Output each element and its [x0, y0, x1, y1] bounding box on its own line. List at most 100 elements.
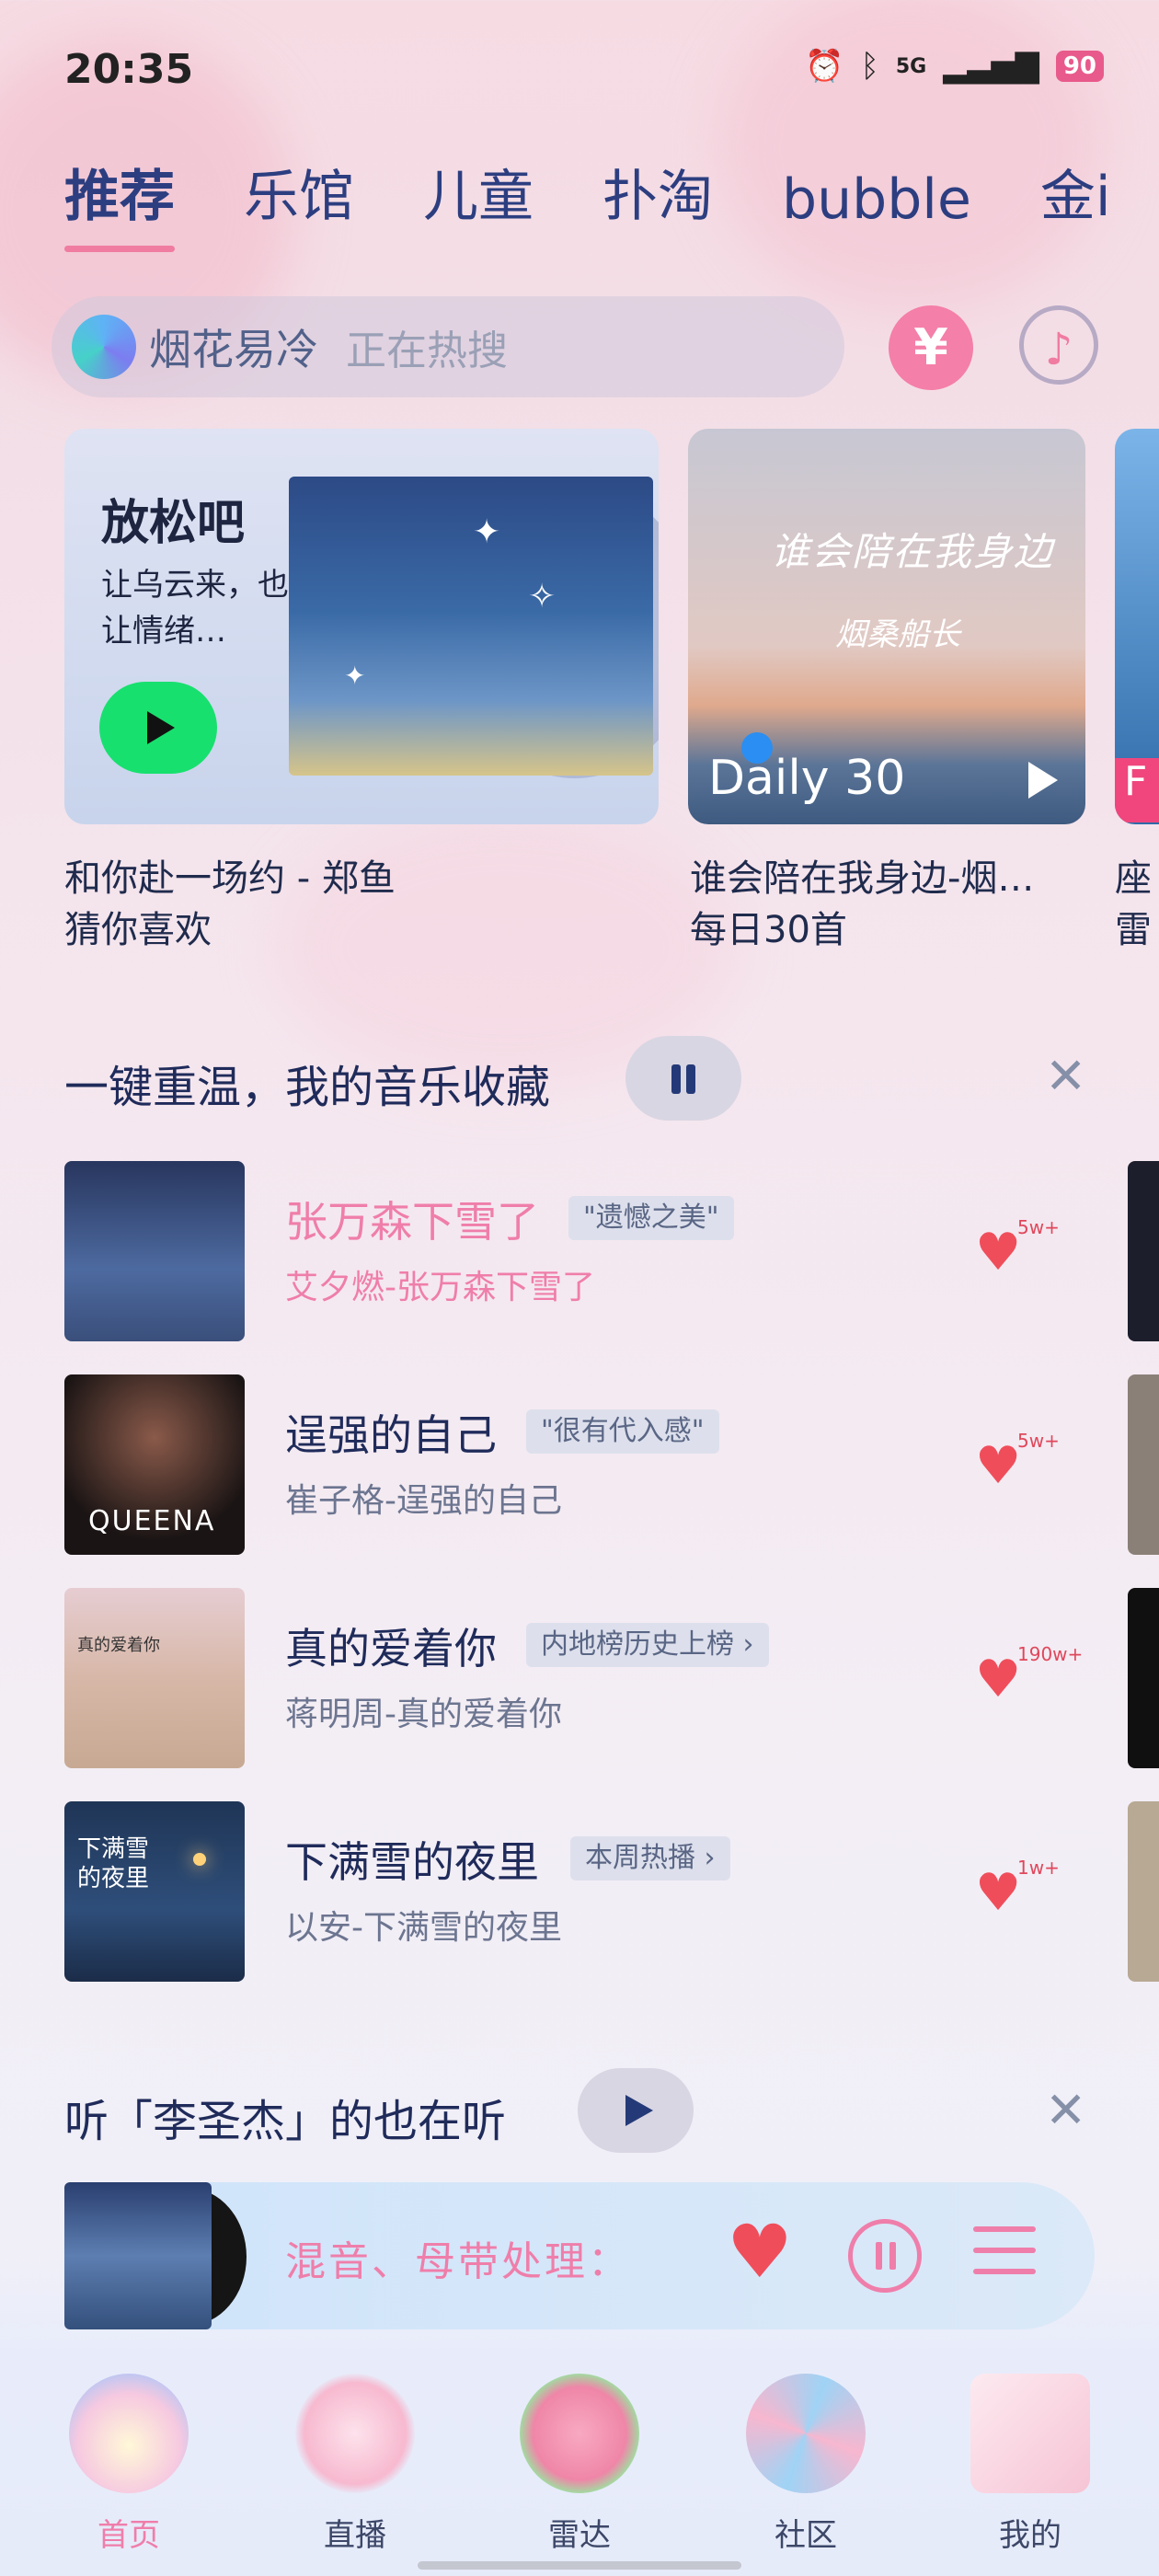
flower-icon [520, 2374, 639, 2493]
pause-button[interactable] [848, 2219, 922, 2293]
nav-label: 社区 [775, 2517, 837, 2554]
play-button[interactable] [99, 682, 217, 774]
song-subtitle: 蒋明周-真的爱着你 [285, 1696, 562, 1733]
song-title: 真的爱着你 [285, 1624, 497, 1673]
tab-children[interactable]: 儿童 [423, 152, 534, 232]
card-subtitle: 让乌云来，也让情绪… [101, 567, 289, 650]
song-cover: 真的爱着你 [64, 1588, 245, 1768]
nav-label: 我的 [999, 2517, 1061, 2554]
recommend-card-daily30[interactable]: 谁会陪在我身边 烟桑船长 Daily 30 [688, 429, 1085, 824]
song-tag: "很有代入感" [526, 1409, 719, 1454]
network-label: 5G [895, 54, 927, 78]
play-all-button[interactable] [578, 2068, 694, 2153]
card-headline: 放松吧 [101, 496, 246, 551]
recommend-card-relax[interactable]: ✦ ✧ ✦ 放松吧 让乌云来，也让情绪… [64, 429, 659, 824]
nav-home[interactable]: 首页 [46, 2374, 212, 2555]
home-indicator[interactable] [418, 2561, 741, 2570]
heart-icon[interactable]: ♥ [975, 1654, 1021, 1706]
heart-icon[interactable]: ♥ [975, 1227, 1021, 1279]
cover-text: QUEENA [88, 1505, 216, 1537]
card-caption-title[interactable]: 和你赴一场约 - 郑鱼 [64, 848, 396, 902]
butterfly-icon [69, 2374, 189, 2493]
song-cover-partial [1128, 1588, 1159, 1768]
streetlamp-icon [193, 1853, 206, 1866]
envelope-icon [970, 2374, 1090, 2493]
search-bar[interactable]: 烟花易冷 正在热搜 [52, 296, 844, 397]
tab-putao[interactable]: 扑淘 [602, 152, 713, 232]
song-subtitle: 艾夕燃-张万森下雪了 [285, 1269, 595, 1306]
card-badge: F [1115, 758, 1159, 822]
nav-community[interactable]: 社区 [723, 2374, 889, 2555]
play-icon[interactable] [1028, 762, 1058, 799]
nav-live[interactable]: 直播 [272, 2374, 438, 2555]
song-tag: "遗憾之美" [568, 1196, 734, 1240]
heart-icon[interactable]: ♥ [975, 1441, 1021, 1492]
song-cover-partial [1128, 1801, 1159, 1982]
card-caption-title: 座 [1115, 857, 1152, 900]
song-cover-partial [1128, 1161, 1159, 1341]
search-logo-icon [72, 315, 136, 379]
playlist-icon[interactable] [973, 2226, 1036, 2285]
song-cover: 下满雪的夜里 [64, 1801, 245, 1982]
like-count: 1w+ [1017, 1857, 1060, 1879]
status-icons: ⏰ ᛒ 5G ▂▃▅▇ 90 [805, 48, 1104, 85]
bird-icon: ✦ [473, 513, 501, 551]
card-caption-sub: 每日30首 [690, 909, 847, 951]
song-subtitle: 崔子格-逞强的自己 [285, 1482, 562, 1520]
song-cover [64, 1161, 245, 1341]
song-row[interactable]: 下满雪的夜里 下满雪的夜里 本周热播 › 以安-下满雪的夜里 ♥ 1w+ [64, 1801, 1076, 1982]
song-row[interactable]: QUEENA 逞强的自己 "很有代入感" 崔子格-逞强的自己 ♥ 5w+ [64, 1374, 1076, 1555]
song-cover: QUEENA [64, 1374, 245, 1555]
tab-music-hall[interactable]: 乐馆 [244, 152, 354, 232]
tab-recommend[interactable]: 推荐 [64, 152, 175, 252]
tab-bubble[interactable]: bubble [782, 167, 971, 232]
like-count: 5w+ [1017, 1216, 1060, 1238]
card-caption-sub: 猜你喜欢 [64, 909, 212, 951]
nav-label: 雷达 [548, 2517, 611, 2554]
cover-text: 下满雪的夜里 [77, 1835, 150, 1892]
card-art-text: 烟桑船长 [835, 616, 960, 653]
player-cover[interactable] [64, 2182, 212, 2329]
now-playing-text[interactable]: 混音、母带处理： [285, 2228, 631, 2287]
song-tag[interactable]: 本周热播 › [570, 1836, 730, 1880]
bird-icon: ✧ [528, 578, 557, 615]
song-tag[interactable]: 内地榜历史上榜 › [526, 1623, 769, 1667]
nav-label: 首页 [98, 2517, 160, 2554]
search-query: 烟花易冷 [149, 325, 318, 374]
nav-radar[interactable]: 雷达 [497, 2374, 662, 2555]
album-cover: ✦ ✧ ✦ [289, 477, 653, 776]
nav-label: 直播 [324, 2517, 386, 2554]
vip-button[interactable]: ¥ [889, 305, 973, 390]
section-title: 一键重温，我的音乐收藏 [64, 1062, 551, 1113]
song-row[interactable]: 张万森下雪了 "遗憾之美" 艾夕燃-张万森下雪了 ♥ 5w+ [64, 1161, 1076, 1341]
music-recognition-button[interactable]: ♪ [1019, 305, 1098, 385]
close-icon[interactable]: ✕ [1045, 2081, 1086, 2139]
card-art-text: 谁会陪在我身边 [771, 529, 1055, 574]
heart-icon[interactable]: ♥ [975, 1868, 1021, 1919]
song-title: 逞强的自己 [285, 1410, 497, 1460]
alarm-icon: ⏰ [805, 48, 844, 85]
like-count: 190w+ [1017, 1643, 1084, 1665]
search-hint: 正在热搜 [346, 328, 508, 374]
card-caption-title[interactable]: 谁会陪在我身边-烟… [690, 848, 1034, 902]
battery-badge: 90 [1055, 51, 1104, 82]
pause-all-button[interactable] [625, 1036, 741, 1121]
song-subtitle: 以安-下满雪的夜里 [285, 1909, 562, 1947]
song-cover-partial [1128, 1374, 1159, 1555]
recommend-card-partial[interactable]: F [1115, 429, 1159, 824]
song-title: 张万森下雪了 [285, 1197, 539, 1247]
heart-icon[interactable]: ♥ [727, 2215, 793, 2289]
section-title: 听「李圣杰」的也在听 [64, 2096, 507, 2147]
song-title: 下满雪的夜里 [285, 1837, 539, 1887]
nav-mine[interactable]: 我的 [947, 2374, 1113, 2555]
paper-crane-icon [295, 2374, 415, 2493]
tab-more[interactable]: 金i [1040, 152, 1111, 232]
tab-bar: 推荐 乐馆 儿童 扑淘 bubble 金i [64, 152, 1111, 252]
cover-text: 真的爱着你 [77, 1636, 160, 1655]
song-row[interactable]: 真的爱着你 真的爱着你 内地榜历史上榜 › 蒋明周-真的爱着你 ♥ 190w+ [64, 1588, 1083, 1768]
signal-icon: ▂▃▅▇ [943, 48, 1039, 85]
card-caption-sub: 雷 [1115, 909, 1152, 951]
like-count: 5w+ [1017, 1430, 1060, 1452]
status-time: 20:35 [64, 46, 194, 93]
close-icon[interactable]: ✕ [1045, 1047, 1086, 1105]
